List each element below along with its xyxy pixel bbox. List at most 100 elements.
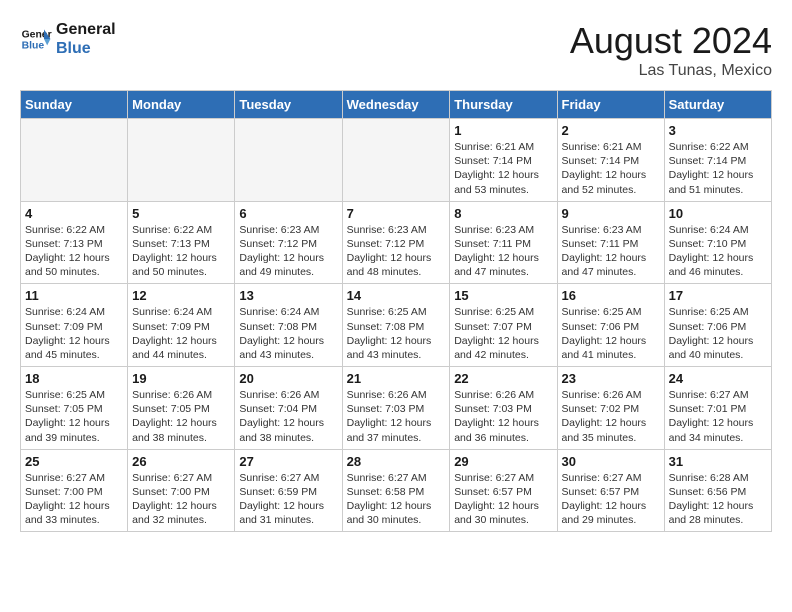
day-number: 22 [454, 371, 552, 386]
month-year-title: August 2024 [570, 20, 772, 62]
week-row-5: 25 Sunrise: 6:27 AM Sunset: 7:00 PM Dayli… [21, 449, 772, 532]
day-number: 18 [25, 371, 123, 386]
day-number: 30 [562, 454, 660, 469]
title-block: August 2024 Las Tunas, Mexico [570, 20, 772, 80]
day-info: Sunrise: 6:22 AM Sunset: 7:13 PM Dayligh… [132, 223, 230, 280]
day-info: Sunrise: 6:26 AM Sunset: 7:03 PM Dayligh… [347, 388, 446, 445]
weekday-header-monday: Monday [128, 91, 235, 119]
day-cell: 11 Sunrise: 6:24 AM Sunset: 7:09 PM Dayli… [21, 284, 128, 367]
day-info: Sunrise: 6:25 AM Sunset: 7:05 PM Dayligh… [25, 388, 123, 445]
day-cell [342, 119, 450, 202]
day-cell: 1 Sunrise: 6:21 AM Sunset: 7:14 PM Daylig… [450, 119, 557, 202]
day-info: Sunrise: 6:23 AM Sunset: 7:11 PM Dayligh… [562, 223, 660, 280]
day-number: 21 [347, 371, 446, 386]
day-cell: 8 Sunrise: 6:23 AM Sunset: 7:11 PM Daylig… [450, 201, 557, 284]
day-number: 1 [454, 123, 552, 138]
day-info: Sunrise: 6:21 AM Sunset: 7:14 PM Dayligh… [454, 140, 552, 197]
day-info: Sunrise: 6:24 AM Sunset: 7:09 PM Dayligh… [132, 305, 230, 362]
logo-icon: General Blue [20, 23, 52, 55]
day-info: Sunrise: 6:22 AM Sunset: 7:13 PM Dayligh… [25, 223, 123, 280]
day-info: Sunrise: 6:25 AM Sunset: 7:07 PM Dayligh… [454, 305, 552, 362]
day-info: Sunrise: 6:23 AM Sunset: 7:11 PM Dayligh… [454, 223, 552, 280]
day-number: 6 [239, 206, 337, 221]
day-info: Sunrise: 6:27 AM Sunset: 6:59 PM Dayligh… [239, 471, 337, 528]
day-cell: 25 Sunrise: 6:27 AM Sunset: 7:00 PM Dayli… [21, 449, 128, 532]
weekday-header-saturday: Saturday [664, 91, 771, 119]
day-cell: 6 Sunrise: 6:23 AM Sunset: 7:12 PM Daylig… [235, 201, 342, 284]
day-info: Sunrise: 6:21 AM Sunset: 7:14 PM Dayligh… [562, 140, 660, 197]
weekday-header-thursday: Thursday [450, 91, 557, 119]
day-cell [128, 119, 235, 202]
day-cell: 18 Sunrise: 6:25 AM Sunset: 7:05 PM Dayli… [21, 367, 128, 450]
weekday-header-friday: Friday [557, 91, 664, 119]
weekday-header-tuesday: Tuesday [235, 91, 342, 119]
day-info: Sunrise: 6:27 AM Sunset: 7:00 PM Dayligh… [25, 471, 123, 528]
week-row-4: 18 Sunrise: 6:25 AM Sunset: 7:05 PM Dayli… [21, 367, 772, 450]
day-info: Sunrise: 6:27 AM Sunset: 7:01 PM Dayligh… [669, 388, 767, 445]
day-info: Sunrise: 6:23 AM Sunset: 7:12 PM Dayligh… [347, 223, 446, 280]
day-cell: 31 Sunrise: 6:28 AM Sunset: 6:56 PM Dayli… [664, 449, 771, 532]
day-cell: 13Sunrise: 6:24 AM Sunset: 7:08 PM Dayli… [235, 284, 342, 367]
day-cell: 14Sunrise: 6:25 AM Sunset: 7:08 PM Dayli… [342, 284, 450, 367]
day-number: 19 [132, 371, 230, 386]
day-info: Sunrise: 6:26 AM Sunset: 7:02 PM Dayligh… [562, 388, 660, 445]
day-number: 8 [454, 206, 552, 221]
day-cell: 7 Sunrise: 6:23 AM Sunset: 7:12 PM Daylig… [342, 201, 450, 284]
day-number: 4 [25, 206, 123, 221]
day-number: 26 [132, 454, 230, 469]
page-header: General Blue General Blue August 2024 La… [20, 20, 772, 80]
day-number: 10 [669, 206, 767, 221]
day-cell: 5 Sunrise: 6:22 AM Sunset: 7:13 PM Daylig… [128, 201, 235, 284]
day-number: 27 [239, 454, 337, 469]
day-cell: 22Sunrise: 6:26 AM Sunset: 7:03 PM Dayli… [450, 367, 557, 450]
day-cell: 4 Sunrise: 6:22 AM Sunset: 7:13 PM Daylig… [21, 201, 128, 284]
day-info: Sunrise: 6:26 AM Sunset: 7:05 PM Dayligh… [132, 388, 230, 445]
day-info: Sunrise: 6:27 AM Sunset: 6:58 PM Dayligh… [347, 471, 446, 528]
day-cell [235, 119, 342, 202]
day-number: 29 [454, 454, 552, 469]
day-info: Sunrise: 6:24 AM Sunset: 7:08 PM Dayligh… [239, 305, 337, 362]
svg-text:Blue: Blue [22, 41, 45, 52]
day-cell: 26 Sunrise: 6:27 AM Sunset: 7:00 PM Dayli… [128, 449, 235, 532]
day-number: 2 [562, 123, 660, 138]
week-row-3: 11 Sunrise: 6:24 AM Sunset: 7:09 PM Dayli… [21, 284, 772, 367]
day-number: 9 [562, 206, 660, 221]
logo: General Blue General Blue [20, 20, 116, 58]
day-cell: 28 Sunrise: 6:27 AM Sunset: 6:58 PM Dayli… [342, 449, 450, 532]
day-number: 17 [669, 288, 767, 303]
weekday-header-row: SundayMondayTuesdayWednesdayThursdayFrid… [21, 91, 772, 119]
day-number: 5 [132, 206, 230, 221]
day-info: Sunrise: 6:25 AM Sunset: 7:06 PM Dayligh… [669, 305, 767, 362]
day-info: Sunrise: 6:27 AM Sunset: 7:00 PM Dayligh… [132, 471, 230, 528]
day-number: 12 [132, 288, 230, 303]
day-cell: 29Sunrise: 6:27 AM Sunset: 6:57 PM Dayli… [450, 449, 557, 532]
weekday-header-sunday: Sunday [21, 91, 128, 119]
day-info: Sunrise: 6:24 AM Sunset: 7:09 PM Dayligh… [25, 305, 123, 362]
day-info: Sunrise: 6:23 AM Sunset: 7:12 PM Dayligh… [239, 223, 337, 280]
day-cell: 16Sunrise: 6:25 AM Sunset: 7:06 PM Dayli… [557, 284, 664, 367]
day-cell [21, 119, 128, 202]
day-number: 23 [562, 371, 660, 386]
weekday-header-wednesday: Wednesday [342, 91, 450, 119]
day-number: 24 [669, 371, 767, 386]
logo-general: General [56, 20, 116, 39]
day-info: Sunrise: 6:22 AM Sunset: 7:14 PM Dayligh… [669, 140, 767, 197]
day-info: Sunrise: 6:28 AM Sunset: 6:56 PM Dayligh… [669, 471, 767, 528]
day-number: 31 [669, 454, 767, 469]
day-number: 25 [25, 454, 123, 469]
day-cell: 20Sunrise: 6:26 AM Sunset: 7:04 PM Dayli… [235, 367, 342, 450]
day-cell: 2 Sunrise: 6:21 AM Sunset: 7:14 PM Daylig… [557, 119, 664, 202]
day-number: 11 [25, 288, 123, 303]
day-cell: 30 Sunrise: 6:27 AM Sunset: 6:57 PM Dayli… [557, 449, 664, 532]
day-cell: 17 Sunrise: 6:25 AM Sunset: 7:06 PM Dayli… [664, 284, 771, 367]
day-cell: 21 Sunrise: 6:26 AM Sunset: 7:03 PM Dayli… [342, 367, 450, 450]
day-number: 7 [347, 206, 446, 221]
day-number: 15 [454, 288, 552, 303]
day-cell: 23 Sunrise: 6:26 AM Sunset: 7:02 PM Dayli… [557, 367, 664, 450]
week-row-2: 4 Sunrise: 6:22 AM Sunset: 7:13 PM Daylig… [21, 201, 772, 284]
day-info: Sunrise: 6:27 AM Sunset: 6:57 PM Dayligh… [562, 471, 660, 528]
day-number: 28 [347, 454, 446, 469]
day-cell: 27 Sunrise: 6:27 AM Sunset: 6:59 PM Dayli… [235, 449, 342, 532]
day-cell: 9 Sunrise: 6:23 AM Sunset: 7:11 PM Daylig… [557, 201, 664, 284]
day-info: Sunrise: 6:24 AM Sunset: 7:10 PM Dayligh… [669, 223, 767, 280]
